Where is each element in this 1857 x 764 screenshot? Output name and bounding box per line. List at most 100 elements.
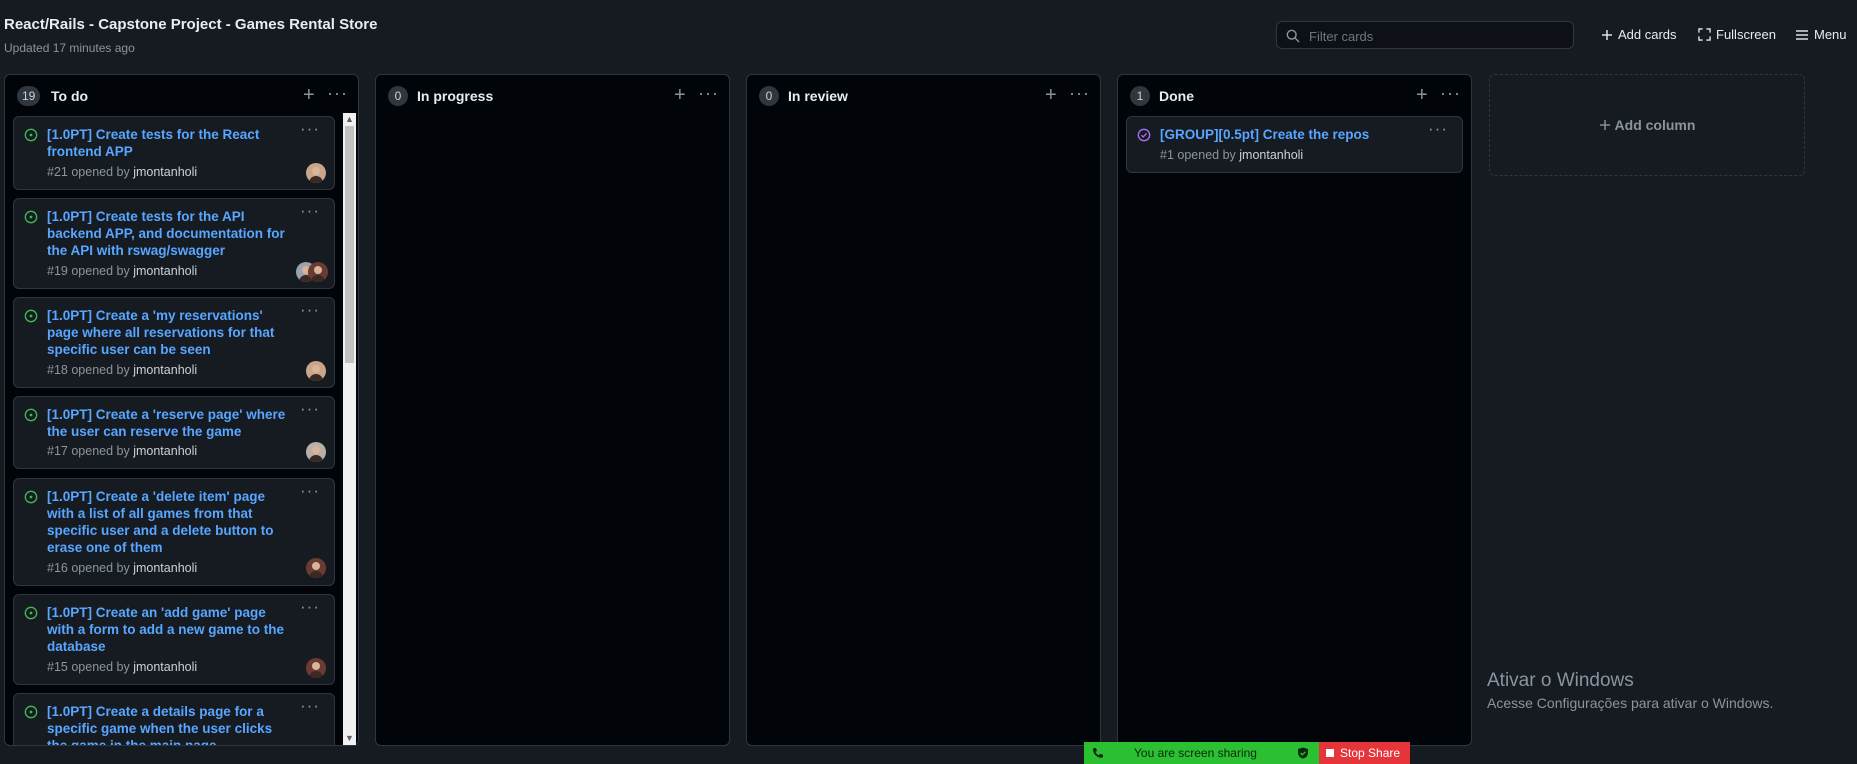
issue-number[interactable]: #19	[47, 264, 68, 278]
avatar[interactable]	[306, 361, 326, 381]
column-card-count: 0	[759, 86, 779, 106]
project-header: React/Rails - Capstone Project - Games R…	[0, 0, 1857, 72]
add-column-button[interactable]: Add column	[1489, 74, 1805, 176]
add-card-plus-icon[interactable]: +	[303, 85, 315, 105]
column-in-review: 0 In review + ···	[746, 74, 1101, 746]
issue-number[interactable]: #17	[47, 444, 68, 458]
add-cards-label: Add cards	[1618, 27, 1677, 42]
add-card-plus-icon[interactable]: +	[1045, 85, 1057, 105]
stop-share-button[interactable]: Stop Share	[1319, 742, 1410, 764]
avatar[interactable]	[306, 658, 326, 678]
card-more-icon[interactable]: ···	[300, 119, 320, 139]
updated-timestamp: Updated 17 minutes ago	[4, 41, 135, 55]
column-card-count: 1	[1130, 86, 1150, 106]
opened-by-text: opened by	[71, 444, 130, 458]
phone-icon	[1093, 748, 1103, 758]
plus-icon	[1602, 29, 1612, 40]
column-more-icon[interactable]: ···	[1069, 83, 1090, 104]
card-issue[interactable]: [1.0PT] Create a 'reserve page' where th…	[13, 396, 335, 469]
card-issue[interactable]: [1.0PT] Create a 'delete item' page with…	[13, 478, 335, 586]
author-link[interactable]: jmontanholi	[133, 660, 197, 674]
scroll-down-arrow-icon[interactable]: ▼	[343, 732, 356, 745]
filter-cards-input[interactable]	[1307, 25, 1566, 47]
issue-number[interactable]: #21	[47, 165, 68, 179]
card-issue[interactable]: [1.0PT] Create a details page for a spec…	[13, 693, 335, 745]
menu-label: Menu	[1814, 27, 1847, 42]
card-more-icon[interactable]: ···	[300, 201, 320, 221]
menu-button[interactable]: Menu	[1795, 27, 1847, 42]
author-link[interactable]: jmontanholi	[133, 165, 197, 179]
column-more-icon[interactable]: ···	[698, 83, 719, 104]
issue-opened-icon	[24, 490, 38, 504]
author-link[interactable]: jmontanholi	[133, 561, 197, 575]
add-card-plus-icon[interactable]: +	[1416, 85, 1428, 105]
stop-share-label: Stop Share	[1340, 746, 1401, 760]
author-link[interactable]: jmontanholi	[133, 444, 197, 458]
issue-opened-icon	[24, 128, 38, 142]
card-more-icon[interactable]: ···	[300, 481, 320, 501]
card-meta: #15 opened by jmontanholi	[47, 660, 197, 674]
add-cards-button[interactable]: Add cards	[1601, 27, 1677, 42]
card-more-icon[interactable]: ···	[300, 597, 320, 617]
column-header: 0 In progress + ···	[376, 75, 729, 117]
issue-number[interactable]: #18	[47, 363, 68, 377]
avatar[interactable]	[306, 558, 326, 578]
card-title[interactable]: [GROUP][0.5pt] Create the repos	[1160, 126, 1430, 143]
card-issue[interactable]: [GROUP][0.5pt] Create the repos #1 opene…	[1126, 116, 1463, 173]
card-title[interactable]: [1.0PT] Create a 'reserve page' where th…	[47, 406, 292, 440]
column-in-progress: 0 In progress + ···	[375, 74, 730, 746]
card-title[interactable]: [1.0PT] Create an 'add game' page with a…	[47, 604, 292, 655]
avatar[interactable]	[308, 262, 328, 282]
windows-activation-title: Ativar o Windows	[1487, 670, 1634, 691]
card-more-icon[interactable]: ···	[1428, 119, 1448, 139]
avatar[interactable]	[306, 442, 326, 462]
column-more-icon[interactable]: ···	[327, 83, 348, 104]
opened-by-text: opened by	[71, 165, 130, 179]
card-title[interactable]: [1.0PT] Create a 'delete item' page with…	[47, 488, 292, 556]
card-issue[interactable]: [1.0PT] Create an 'add game' page with a…	[13, 594, 335, 685]
issue-number[interactable]: #1	[1160, 148, 1174, 162]
author-link[interactable]: jmontanholi	[1239, 148, 1303, 162]
card-more-icon[interactable]: ···	[300, 696, 320, 716]
opened-by-text: opened by	[71, 264, 130, 278]
filter-cards-field[interactable]	[1276, 21, 1574, 49]
card-title[interactable]: [1.0PT] Create tests for the API backend…	[47, 208, 292, 259]
card-more-icon[interactable]: ···	[300, 399, 320, 419]
search-icon	[1286, 29, 1300, 43]
issue-number[interactable]: #15	[47, 660, 68, 674]
column-name: To do	[51, 88, 89, 104]
add-card-plus-icon[interactable]: +	[674, 85, 686, 105]
column-name: In progress	[417, 88, 494, 104]
column-scrollbar-thumb[interactable]	[345, 126, 354, 363]
card-more-icon[interactable]: ···	[300, 300, 320, 320]
opened-by-text: opened by	[71, 363, 130, 377]
avatar[interactable]	[306, 163, 326, 183]
card-issue[interactable]: [1.0PT] Create a 'my reservations' page …	[13, 297, 335, 388]
shield-check-icon	[1298, 747, 1308, 759]
card-title[interactable]: [1.0PT] Create tests for the React front…	[47, 126, 292, 160]
card-title[interactable]: [1.0PT] Create a 'my reservations' page …	[47, 307, 292, 358]
column-card-count: 19	[17, 86, 41, 106]
stop-icon	[1326, 749, 1334, 757]
issue-opened-icon	[24, 705, 38, 719]
plus-icon	[1599, 120, 1610, 130]
author-link[interactable]: jmontanholi	[133, 264, 197, 278]
opened-by-text: opened by	[71, 660, 130, 674]
column-name: In review	[788, 88, 848, 104]
column-more-icon[interactable]: ···	[1440, 83, 1461, 104]
issue-opened-icon	[24, 408, 38, 422]
fullscreen-icon	[1698, 28, 1711, 41]
fullscreen-label: Fullscreen	[1716, 27, 1776, 42]
issue-opened-icon	[24, 606, 38, 620]
card-meta: #19 opened by jmontanholi	[47, 264, 197, 278]
card-issue[interactable]: [1.0PT] Create tests for the React front…	[13, 116, 335, 190]
card-meta: #21 opened by jmontanholi	[47, 165, 197, 179]
issue-number[interactable]: #16	[47, 561, 68, 575]
author-link[interactable]: jmontanholi	[133, 363, 197, 377]
column-done: 1 Done + ···	[1117, 74, 1472, 746]
fullscreen-button[interactable]: Fullscreen	[1698, 27, 1776, 42]
card-title[interactable]: [1.0PT] Create a details page for a spec…	[47, 703, 292, 745]
scroll-up-arrow-icon[interactable]: ▲	[343, 113, 356, 126]
card-issue[interactable]: [1.0PT] Create tests for the API backend…	[13, 198, 335, 289]
card-meta: #1 opened by jmontanholi	[1160, 148, 1303, 162]
